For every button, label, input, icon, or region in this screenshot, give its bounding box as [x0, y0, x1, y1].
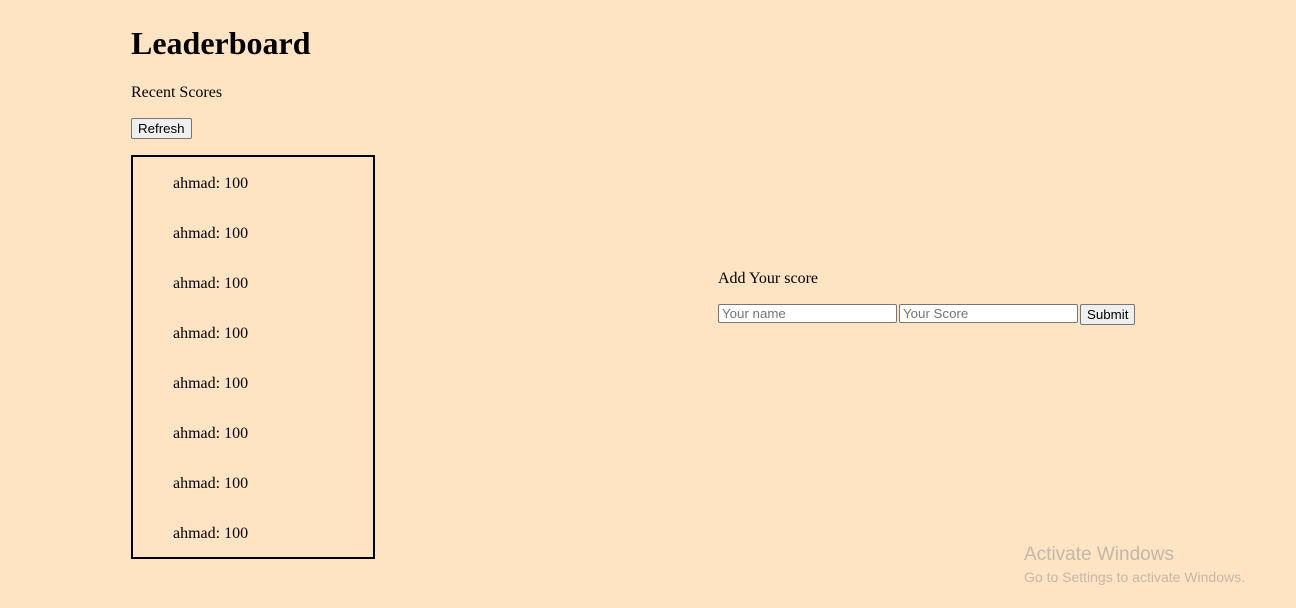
score-item: ahmad: 100	[173, 425, 249, 442]
score-item: ahmad: 100	[173, 275, 249, 292]
score-item: ahmad: 100	[173, 225, 249, 242]
submit-button[interactable]: Submit	[1080, 304, 1136, 325]
scores-list: ahmad: 100 ahmad: 100 ahmad: 100 ahmad: 100…	[131, 155, 375, 559]
score-item: ahmad: 100	[173, 525, 249, 542]
activate-windows-title: Activate Windows	[1024, 544, 1174, 565]
refresh-button[interactable]: Refresh	[131, 118, 192, 139]
activate-windows-hint: Go to Settings to activate Windows.	[1024, 569, 1245, 585]
score-input[interactable]	[899, 304, 1078, 323]
score-item: ahmad: 100	[173, 175, 249, 192]
name-input[interactable]	[718, 304, 897, 323]
add-score-label: Add Your score	[718, 270, 818, 287]
score-item: ahmad: 100	[173, 325, 249, 342]
page-title: Leaderboard	[131, 25, 311, 61]
recent-scores-label: Recent Scores	[131, 84, 223, 101]
score-item: ahmad: 100	[173, 475, 249, 492]
score-item: ahmad: 100	[173, 375, 249, 392]
